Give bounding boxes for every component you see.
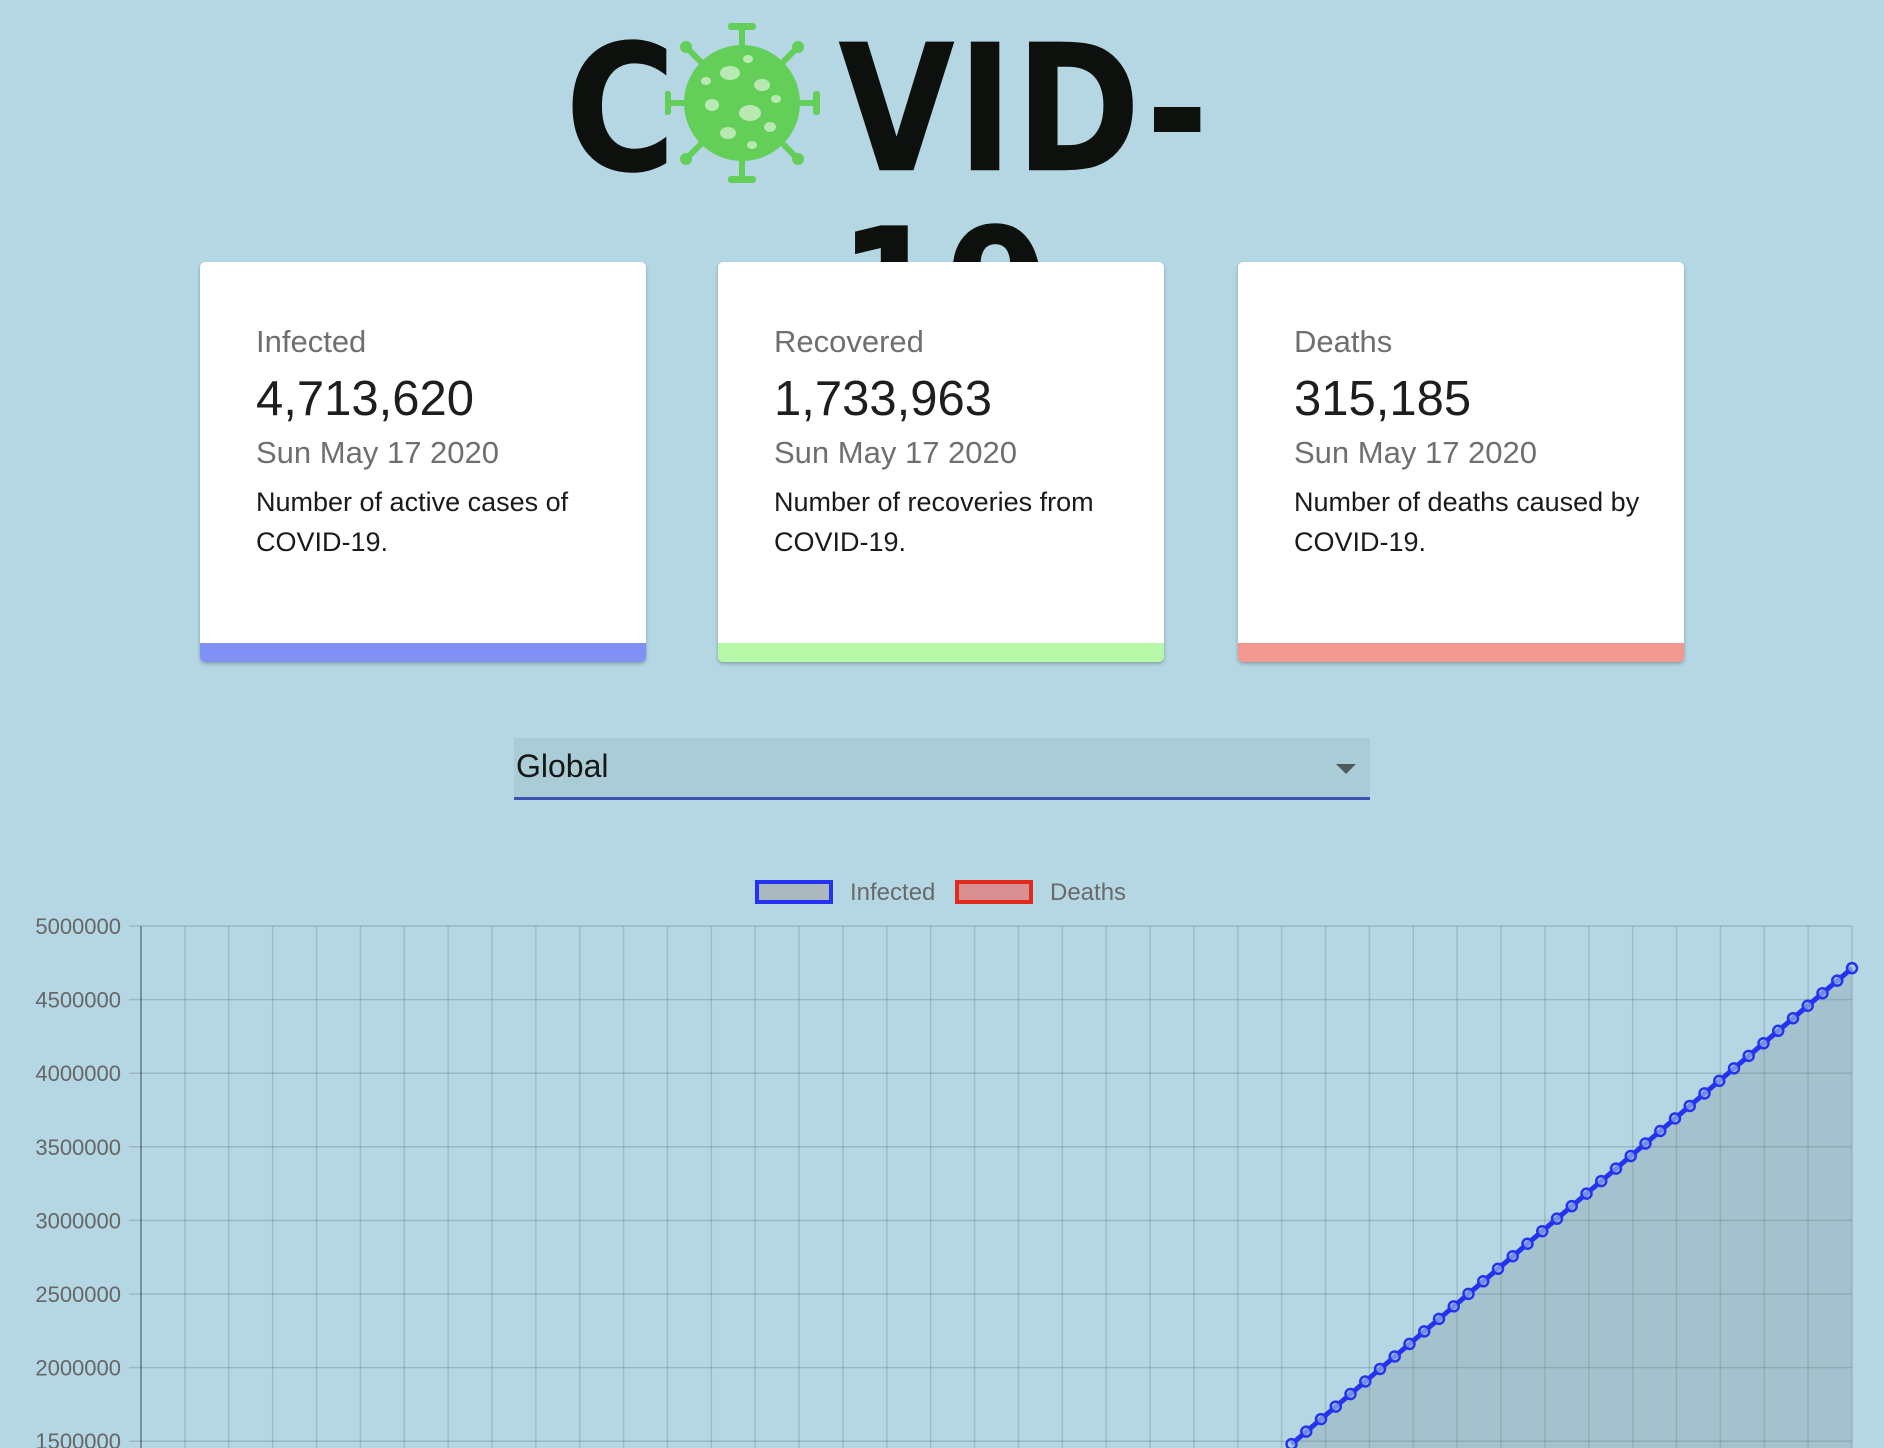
data-point	[1654, 1124, 1667, 1138]
virus-icon	[665, 23, 820, 183]
data-point	[1757, 1037, 1770, 1050]
y-tick-label: 4000000	[35, 1061, 121, 1086]
data-point	[1418, 1325, 1431, 1338]
card-description: Number of recoveries from COVID-19.	[774, 487, 1094, 557]
data-point	[1580, 1187, 1593, 1200]
data-point	[1668, 1112, 1682, 1125]
dropdown-arrow-icon[interactable]	[1336, 764, 1356, 774]
data-point	[1550, 1212, 1564, 1225]
data-point	[1639, 1137, 1652, 1150]
country-select-value: Global	[516, 748, 609, 784]
deaths-card: Deaths 315,185 Sun May 17 2020 Number of…	[1238, 262, 1684, 662]
data-point	[1742, 1049, 1755, 1063]
data-point	[1801, 999, 1814, 1012]
card-value: 315,185	[1294, 372, 1472, 426]
data-point	[1432, 1312, 1446, 1326]
y-tick-label: 2500000	[35, 1282, 121, 1307]
card-title: Infected	[256, 324, 367, 359]
data-point	[1359, 1375, 1372, 1388]
data-point	[1314, 1412, 1328, 1426]
line-chart: 5000000 4500000 4000000 3500000 3000000 25000…	[0, 900, 1884, 1448]
data-point	[1624, 1149, 1637, 1163]
data-point	[1609, 1162, 1623, 1175]
data-point	[1595, 1174, 1608, 1188]
data-point	[1772, 1024, 1785, 1038]
data-point	[1786, 1012, 1800, 1025]
data-point	[1329, 1400, 1342, 1413]
y-tick-label: 2000000	[35, 1356, 121, 1381]
data-point	[1462, 1287, 1475, 1301]
data-point	[1506, 1250, 1519, 1263]
data-point	[1816, 986, 1829, 1000]
data-point	[1521, 1237, 1534, 1250]
card-accent-bar	[1238, 643, 1684, 662]
data-point	[1565, 1199, 1578, 1213]
y-tick-label: 3000000	[35, 1208, 121, 1233]
data-point	[1536, 1224, 1549, 1238]
card-accent-bar	[200, 643, 646, 662]
stats-cards: Infected 4,713,620 Sun May 17 2020 Numbe…	[200, 262, 1684, 662]
card-date: Sun May 17 2020	[1294, 435, 1538, 470]
card-value: 4,713,620	[256, 372, 474, 426]
data-point	[1388, 1350, 1401, 1363]
data-point	[1698, 1087, 1711, 1100]
data-point	[1344, 1387, 1357, 1401]
recovered-card: Recovered 1,733,963 Sun May 17 2020 Numb…	[718, 262, 1164, 662]
card-value: 1,733,963	[774, 372, 992, 426]
data-point	[1403, 1337, 1416, 1351]
y-tick-label: 4500000	[35, 988, 121, 1013]
data-point	[1713, 1074, 1726, 1088]
card-date: Sun May 17 2020	[256, 435, 500, 470]
card-description: Number of active cases of COVID-19.	[256, 487, 569, 557]
data-point	[1845, 961, 1859, 975]
data-point	[1491, 1262, 1505, 1276]
card-accent-bar	[718, 643, 1164, 662]
country-select[interactable]: Global	[514, 738, 1370, 800]
card-date: Sun May 17 2020	[774, 435, 1018, 470]
data-point	[1285, 1437, 1298, 1448]
data-point	[1300, 1425, 1313, 1438]
covid-19-logo: C VID-	[565, 17, 1325, 384]
card-title: Recovered	[774, 324, 924, 359]
y-tick-label: 3500000	[35, 1135, 121, 1160]
data-point	[1373, 1362, 1387, 1376]
logo-letter-c: C	[565, 6, 678, 213]
data-point	[1727, 1062, 1741, 1075]
card-title: Deaths	[1294, 324, 1393, 359]
chart-canvas: 5000000 4500000 4000000 3500000 3000000 25000…	[35, 914, 1859, 1448]
data-point	[1831, 974, 1844, 987]
y-tick-label: 5000000	[35, 914, 121, 939]
card-description: Number of deaths caused by COVID-19.	[1294, 487, 1640, 557]
y-tick-label: 1500000	[35, 1429, 121, 1448]
data-point	[1477, 1275, 1490, 1288]
infected-card: Infected 4,713,620 Sun May 17 2020 Numbe…	[200, 262, 646, 662]
data-point	[1447, 1300, 1460, 1313]
data-point	[1683, 1099, 1696, 1113]
